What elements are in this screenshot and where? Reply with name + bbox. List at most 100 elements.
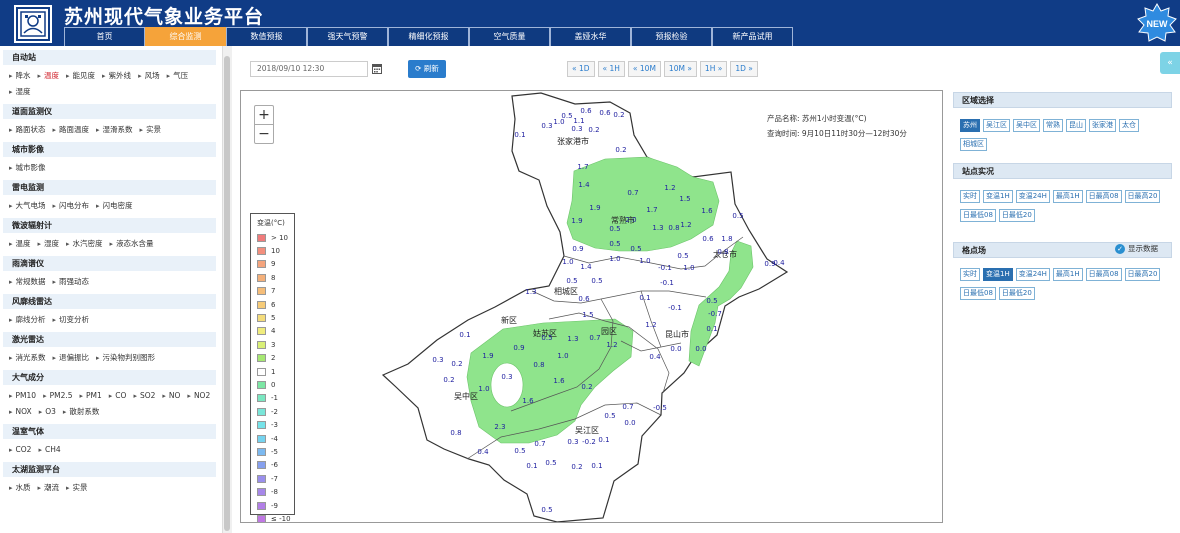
- station-value[interactable]: 0.5: [545, 459, 556, 467]
- sidebar-item[interactable]: 路面状态: [9, 122, 46, 138]
- sidebar-item[interactable]: 湿度: [38, 236, 59, 252]
- sidebar-item[interactable]: 气压: [167, 68, 188, 84]
- station-value[interactable]: 1.4: [580, 263, 592, 271]
- sidebar-item[interactable]: 雨强动态: [53, 274, 89, 290]
- station-value[interactable]: 0.7: [622, 403, 633, 411]
- sidebar-item[interactable]: 廓线分析: [9, 312, 46, 328]
- station-value[interactable]: 0.5: [706, 297, 717, 305]
- option-chip[interactable]: 变温1H: [983, 268, 1013, 281]
- option-chip[interactable]: 昆山: [1066, 119, 1086, 132]
- station-value[interactable]: 0.1: [706, 325, 717, 333]
- sidebar-group-title[interactable]: 微波辐射计: [3, 218, 216, 233]
- station-value[interactable]: 1.5: [679, 195, 690, 203]
- station-value[interactable]: 0.8: [717, 248, 728, 256]
- sidebar-item[interactable]: 温度: [9, 236, 31, 252]
- option-chip[interactable]: 最高1H: [1052, 268, 1083, 281]
- zoom-out-button[interactable]: −: [255, 125, 273, 144]
- sidebar-item[interactable]: 退偏振比: [53, 350, 89, 366]
- station-value[interactable]: 0.2: [588, 126, 599, 134]
- zoom-in-button[interactable]: +: [255, 106, 273, 125]
- station-value[interactable]: 0.7: [627, 189, 638, 197]
- station-value[interactable]: 0.4: [773, 259, 785, 267]
- station-value[interactable]: 0.3: [432, 356, 443, 364]
- sidebar-item[interactable]: O3: [39, 404, 56, 420]
- sidebar-item[interactable]: 消光系数: [9, 350, 46, 366]
- time-step-button[interactable]: 1H »: [699, 61, 728, 77]
- sidebar-item[interactable]: CO: [109, 388, 126, 404]
- sidebar-item[interactable]: 实景: [66, 480, 88, 496]
- station-value[interactable]: 0.5: [514, 447, 525, 455]
- station-value[interactable]: 0.5: [609, 225, 620, 233]
- sidebar-item[interactable]: NO: [162, 388, 181, 404]
- station-value[interactable]: 0.2: [443, 376, 454, 384]
- station-value[interactable]: 0.3: [567, 438, 578, 446]
- station-value[interactable]: 0.6: [599, 109, 611, 117]
- sidebar-group-title[interactable]: 太湖监测平台: [3, 462, 216, 477]
- calendar-icon[interactable]: [372, 63, 382, 74]
- station-value[interactable]: -0.7: [708, 310, 722, 318]
- station-value[interactable]: -0.1: [668, 304, 682, 312]
- station-value[interactable]: 0.1: [598, 436, 609, 444]
- station-value[interactable]: 0.8: [450, 429, 461, 437]
- station-value[interactable]: 0.6: [580, 107, 592, 115]
- station-value[interactable]: 0.3: [501, 373, 512, 381]
- option-chip[interactable]: 吴中区: [1013, 119, 1040, 132]
- option-chip[interactable]: 太仓: [1119, 119, 1139, 132]
- station-value[interactable]: 1.3: [567, 335, 578, 343]
- sidebar-group-title[interactable]: 激光雷达: [3, 332, 216, 347]
- sidebar-group-title[interactable]: 道面监测仪: [3, 104, 216, 119]
- map-container[interactable]: 张家港市 常熟市 太仓市 相城区 新区 姑苏区 园区 昆山市 吴中区 吴江区 0.6 0.5 0.6 1…: [240, 90, 943, 523]
- sidebar-item[interactable]: 水质: [9, 480, 31, 496]
- station-value[interactable]: 1.3: [652, 224, 663, 232]
- station-value[interactable]: 1.6: [701, 207, 713, 215]
- station-value[interactable]: 0.3: [541, 122, 552, 130]
- station-value[interactable]: 0.0: [670, 345, 681, 353]
- time-step-button[interactable]: 1D »: [730, 61, 758, 77]
- station-value[interactable]: 1.0: [557, 352, 568, 360]
- station-value[interactable]: 0.4: [649, 353, 661, 361]
- station-value[interactable]: 0.5: [566, 277, 577, 285]
- option-chip[interactable]: 最高1H: [1052, 190, 1083, 203]
- station-value[interactable]: 1.5: [582, 311, 593, 319]
- sidebar-group-title[interactable]: 风廓线雷达: [3, 294, 216, 309]
- station-value[interactable]: 1.2: [645, 321, 656, 329]
- sidebar-item[interactable]: 湿度: [9, 84, 31, 100]
- option-chip[interactable]: 变温24H: [1015, 190, 1050, 203]
- station-value[interactable]: 2.0: [625, 216, 636, 224]
- station-value[interactable]: 0.5: [604, 412, 615, 420]
- station-value[interactable]: 0.5: [591, 277, 602, 285]
- option-chip[interactable]: 日最低20: [998, 209, 1035, 222]
- nav-tab-4[interactable]: 精细化预报: [388, 27, 469, 46]
- time-step-button[interactable]: « 1H: [597, 61, 625, 77]
- station-value[interactable]: 0.1: [514, 131, 525, 139]
- time-step-button[interactable]: « 1D: [567, 61, 595, 77]
- nav-tab-1[interactable]: 综合监测: [145, 27, 226, 46]
- station-value[interactable]: 0.1: [591, 462, 602, 470]
- sidebar-item[interactable]: 散射系数: [63, 404, 99, 420]
- show-data-toggle[interactable]: ✓ 显示数据: [1115, 243, 1158, 254]
- station-value[interactable]: -0.5: [653, 404, 667, 412]
- option-chip[interactable]: 实时: [960, 268, 980, 281]
- sidebar-item[interactable]: CO2: [9, 442, 32, 458]
- station-value[interactable]: 2.3: [494, 423, 505, 431]
- station-value[interactable]: 1.2: [680, 221, 691, 229]
- nav-tab-7[interactable]: 预报检验: [631, 27, 712, 46]
- station-value[interactable]: 1.7: [646, 206, 657, 214]
- station-value[interactable]: 0.5: [541, 506, 552, 514]
- sidebar-group-title[interactable]: 雷电监测: [3, 180, 216, 195]
- station-value[interactable]: 0.5: [732, 212, 743, 220]
- station-value[interactable]: 0.5: [541, 334, 552, 342]
- station-value[interactable]: 0.8: [668, 224, 679, 232]
- option-chip[interactable]: 张家港: [1089, 119, 1116, 132]
- station-value[interactable]: 1.2: [664, 184, 675, 192]
- nav-tab-0[interactable]: 首页: [64, 27, 145, 46]
- option-chip[interactable]: 日最高08: [1085, 268, 1122, 281]
- station-value[interactable]: 1.0: [639, 257, 650, 265]
- station-value[interactable]: 1.2: [606, 341, 617, 349]
- sidebar-group-title[interactable]: 大气成分: [3, 370, 216, 385]
- station-value[interactable]: -0.1: [658, 264, 672, 272]
- station-value[interactable]: 1.9: [589, 204, 600, 212]
- station-value[interactable]: 1.0: [478, 385, 489, 393]
- option-chip[interactable]: 日最低20: [998, 287, 1035, 300]
- station-value[interactable]: 0.0: [695, 345, 706, 353]
